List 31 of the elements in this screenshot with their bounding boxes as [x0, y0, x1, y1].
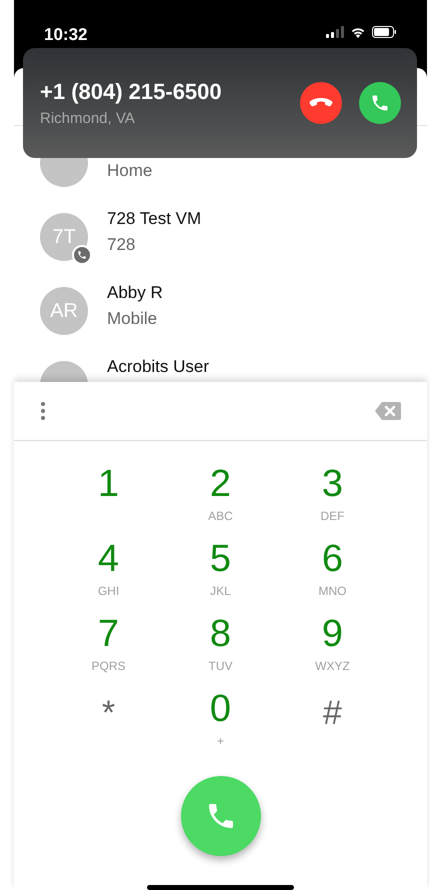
contact-name: 728 Test VM — [107, 209, 202, 229]
dial-key[interactable]: 2 ABC — [164, 463, 276, 538]
contact-subtitle: Mobile — [107, 309, 158, 329]
dial-key[interactable]: 4 GHI — [52, 538, 164, 613]
answer-button[interactable] — [359, 82, 401, 124]
wifi-icon — [350, 26, 366, 38]
dial-key[interactable]: 5 JKL — [164, 538, 276, 613]
contact-name: Abby R — [107, 283, 163, 303]
dial-key[interactable]: 9 WXYZ — [276, 613, 388, 688]
dial-key[interactable]: 6 MNO — [276, 538, 388, 613]
signal-icon — [326, 26, 344, 38]
battery-icon — [372, 26, 397, 38]
contact-subtitle: 728 — [107, 235, 136, 255]
caller-location: Richmond, VA — [40, 109, 136, 130]
symbol-key[interactable]: # — [276, 688, 388, 763]
hang-up-icon — [309, 98, 333, 108]
caller-number: +1 (804) 215-6500 — [40, 78, 222, 106]
dial-key[interactable]: 7 PQRS — [52, 613, 164, 688]
more-icon[interactable] — [40, 401, 46, 421]
avatar: AR — [40, 287, 88, 335]
avatar: 7T — [40, 213, 88, 261]
phone-icon — [370, 93, 390, 113]
contact-name: Acrobits User — [107, 357, 210, 377]
dial-key[interactable]: 8 TUV — [164, 613, 276, 688]
symbol-key[interactable]: * — [52, 688, 164, 763]
dial-key[interactable]: 1 — [52, 463, 164, 538]
contact-subtitle: Home — [107, 161, 152, 181]
dial-key[interactable]: 0 + — [164, 688, 276, 763]
dial-key[interactable]: 3 DEF — [276, 463, 388, 538]
status-time: 10:32 — [44, 24, 88, 46]
decline-button[interactable] — [300, 82, 342, 124]
